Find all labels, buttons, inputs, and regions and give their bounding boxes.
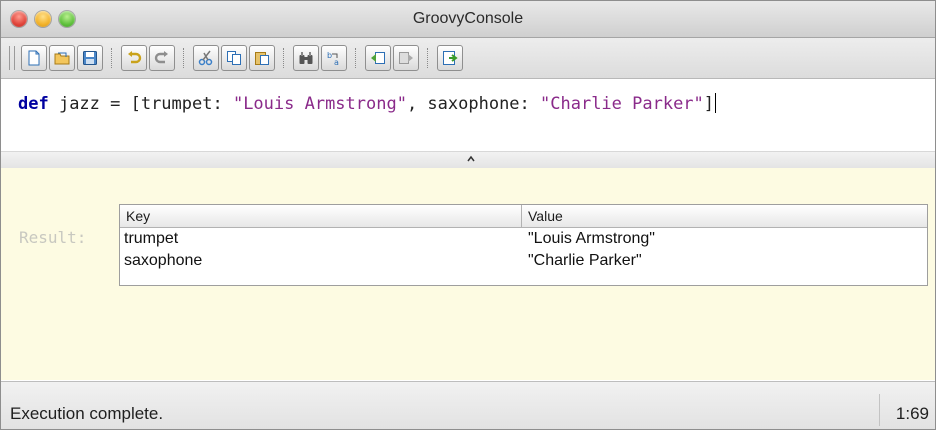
history-forward-icon [399, 52, 413, 64]
floppy-disk-icon [83, 51, 97, 65]
window-title: GroovyConsole [412, 10, 524, 27]
status-bar: Execution complete. 1:69 [1, 381, 935, 429]
new-document-icon [28, 50, 40, 66]
caret-position: 1:69 [895, 404, 929, 423]
status-message: Execution complete. [10, 404, 164, 423]
redo-arrow-icon [154, 51, 168, 64]
toolbar: b a [1, 38, 935, 79]
history-next-button[interactable] [393, 45, 419, 71]
run-icon [443, 51, 458, 65]
toolbar-separator [355, 48, 357, 68]
groovy-console-window: GroovyConsole b a def jazz = [trumpet: "… [0, 0, 936, 430]
script-editor[interactable]: def jazz = [trumpet: "Louis Armstrong", … [1, 79, 935, 151]
table-cell-value: "Louis Armstrong" [528, 230, 655, 247]
column-divider[interactable] [521, 205, 522, 227]
new-file-button[interactable] [21, 45, 47, 71]
scissors-icon [198, 50, 213, 66]
replace-button[interactable]: b a [321, 45, 347, 71]
output-pane: Result: Key Value trumpet "Louis Armstro… [1, 168, 935, 380]
history-back-icon [371, 52, 385, 64]
table-cell-value: "Charlie Parker" [528, 252, 642, 269]
undo-arrow-icon [128, 51, 142, 64]
svg-text:a: a [334, 58, 339, 66]
column-header-value[interactable]: Value [528, 208, 563, 224]
string-token: "Louis Armstrong" [232, 94, 407, 114]
open-folder-icon [54, 52, 70, 65]
save-file-button[interactable] [77, 45, 103, 71]
binoculars-icon [299, 52, 313, 64]
table-header: Key Value [120, 205, 927, 228]
copy-icon [227, 51, 241, 65]
code-text-token: jazz = [trumpet: [48, 94, 233, 114]
code-line[interactable]: def jazz = [trumpet: "Louis Armstrong", … [18, 93, 717, 114]
open-file-button[interactable] [49, 45, 75, 71]
svg-text:b: b [327, 51, 332, 60]
toolbar-separator [283, 48, 285, 68]
paste-button[interactable] [249, 45, 275, 71]
text-caret [715, 93, 717, 113]
copy-button[interactable] [221, 45, 247, 71]
title-bar: GroovyConsole [1, 1, 935, 38]
table-cell-key: saxophone [124, 252, 203, 269]
toolbar-separator [111, 48, 113, 68]
history-previous-button[interactable] [365, 45, 391, 71]
string-token: "Charlie Parker" [540, 94, 704, 114]
paste-icon [255, 52, 269, 65]
run-script-button[interactable] [437, 45, 463, 71]
column-header-key[interactable]: Key [126, 208, 150, 224]
toolbar-separator [183, 48, 185, 68]
cut-button[interactable] [193, 45, 219, 71]
table-row[interactable]: saxophone "Charlie Parker" [120, 250, 927, 272]
pane-splitter[interactable] [1, 151, 935, 169]
table-row[interactable]: trumpet "Louis Armstrong" [120, 228, 927, 250]
find-button[interactable] [293, 45, 319, 71]
status-divider [879, 394, 880, 426]
code-text-token: , saxophone: [406, 94, 541, 114]
toolbar-grip[interactable] [9, 46, 15, 70]
code-text-token: ] [703, 94, 715, 114]
replace-icon: b a [327, 51, 339, 66]
splitter-handle-icon [467, 155, 475, 162]
undo-button[interactable] [121, 45, 147, 71]
result-label: Result: [19, 228, 87, 247]
redo-button[interactable] [149, 45, 175, 71]
table-cell-key: trumpet [124, 230, 179, 247]
keyword-token: def [18, 94, 49, 114]
toolbar-separator [427, 48, 429, 68]
result-table[interactable]: Key Value trumpet "Louis Armstrong" saxo… [119, 204, 928, 286]
